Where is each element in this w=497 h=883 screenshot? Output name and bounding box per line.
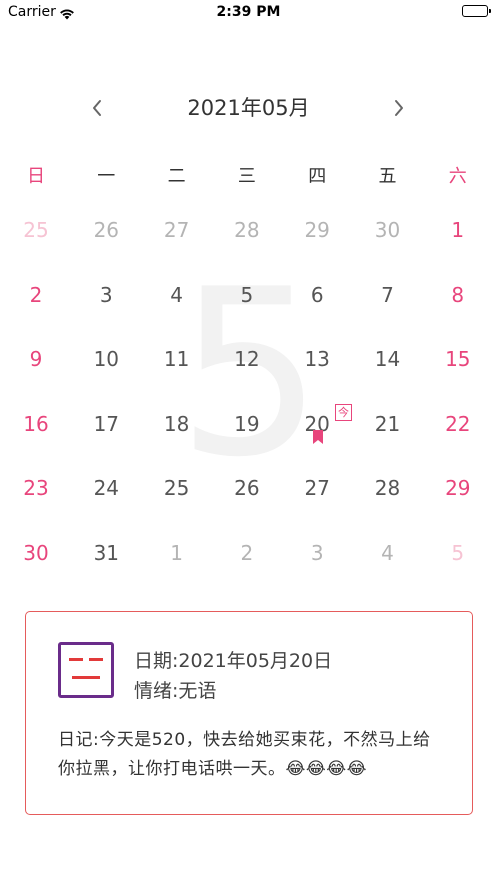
diary-mood: 情绪:无语 — [134, 680, 217, 702]
calendar-day[interactable]: 11 — [142, 327, 212, 391]
diary-card[interactable]: 日期:2021年05月20日 情绪:无语 日记:今天是520，快去给她买束花，不… — [25, 611, 473, 815]
calendar-day[interactable]: 26 — [212, 456, 282, 520]
battery-icon — [462, 5, 491, 17]
calendar-day[interactable]: 13 — [282, 327, 352, 391]
month-title: 2021年05月 — [187, 96, 310, 120]
calendar-day[interactable]: 4 — [353, 521, 423, 585]
calendar-day[interactable]: 4 — [142, 263, 212, 327]
calendar-day[interactable]: 28 — [353, 456, 423, 520]
calendar-day[interactable]: 12 — [212, 327, 282, 391]
calendar-day[interactable]: 19 — [212, 392, 282, 456]
calendar-day[interactable]: 28 — [212, 198, 282, 262]
month-header: 2021年05月 — [0, 86, 497, 130]
weekday-header: 日一二三四五六 — [0, 160, 497, 194]
weekday-label: 日 — [27, 166, 45, 187]
weekday-label: 五 — [378, 166, 397, 187]
calendar-day[interactable]: 21 — [353, 392, 423, 456]
next-month-button[interactable] — [377, 86, 421, 130]
calendar-day[interactable]: 10 — [71, 327, 141, 391]
calendar-day[interactable]: 22 — [423, 392, 493, 456]
status-bar: Carrier 2:39 PM — [0, 0, 497, 26]
weekday-label: 六 — [448, 166, 467, 187]
weekday-label: 二 — [167, 166, 186, 187]
status-time: 2:39 PM — [216, 4, 281, 20]
calendar-day[interactable]: 30 — [1, 521, 71, 585]
today-badge: 今 — [335, 404, 352, 421]
calendar-day[interactable]: 1 — [142, 521, 212, 585]
calendar-day[interactable]: 27 — [282, 456, 352, 520]
bookmark-icon — [312, 429, 324, 448]
calendar-day[interactable]: 25 — [142, 456, 212, 520]
calendar-day[interactable]: 27 — [142, 198, 212, 262]
calendar-day[interactable]: 5 — [423, 521, 493, 585]
chevron-right-icon — [395, 100, 403, 116]
calendar-day[interactable]: 15 — [423, 327, 493, 391]
calendar-day[interactable]: 29 — [282, 198, 352, 262]
calendar-day[interactable]: 7 — [353, 263, 423, 327]
calendar-day[interactable]: 3 — [71, 263, 141, 327]
calendar-day[interactable]: 9 — [1, 327, 71, 391]
calendar-day[interactable]: 6 — [282, 263, 352, 327]
weekday-label: 三 — [237, 166, 256, 187]
calendar-day[interactable]: 26 — [71, 198, 141, 262]
calendar-day[interactable]: 31 — [71, 521, 141, 585]
calendar-day[interactable]: 2 — [1, 263, 71, 327]
calendar-day[interactable]: 18 — [142, 392, 212, 456]
weekday-label: 一 — [97, 166, 116, 187]
calendar-day[interactable]: 5 — [212, 263, 282, 327]
calendar-day[interactable]: 17 — [71, 392, 141, 456]
calendar-day[interactable]: 23 — [1, 456, 71, 520]
calendar-day[interactable]: 3 — [282, 521, 352, 585]
calendar-day[interactable]: 25 — [1, 198, 71, 262]
calendar-day[interactable]: 16 — [1, 392, 71, 456]
calendar-day[interactable]: 30 — [353, 198, 423, 262]
calendar-day[interactable]: 2 — [212, 521, 282, 585]
diary-date: 日期:2021年05月20日 — [134, 650, 333, 672]
weekday-label: 四 — [308, 166, 327, 187]
diary-text: 日记:今天是520，快去给她买束花，不然马上给你拉黑，让你打电话哄一天。😂😂😂😂 — [58, 730, 431, 779]
calendar-day[interactable]: 29 — [423, 456, 493, 520]
calendar-day[interactable]: 1 — [423, 198, 493, 262]
speechless-face-icon — [58, 642, 114, 698]
calendar-day[interactable]: 14 — [353, 327, 423, 391]
calendar-day[interactable]: 8 — [423, 263, 493, 327]
calendar-day[interactable]: 24 — [71, 456, 141, 520]
